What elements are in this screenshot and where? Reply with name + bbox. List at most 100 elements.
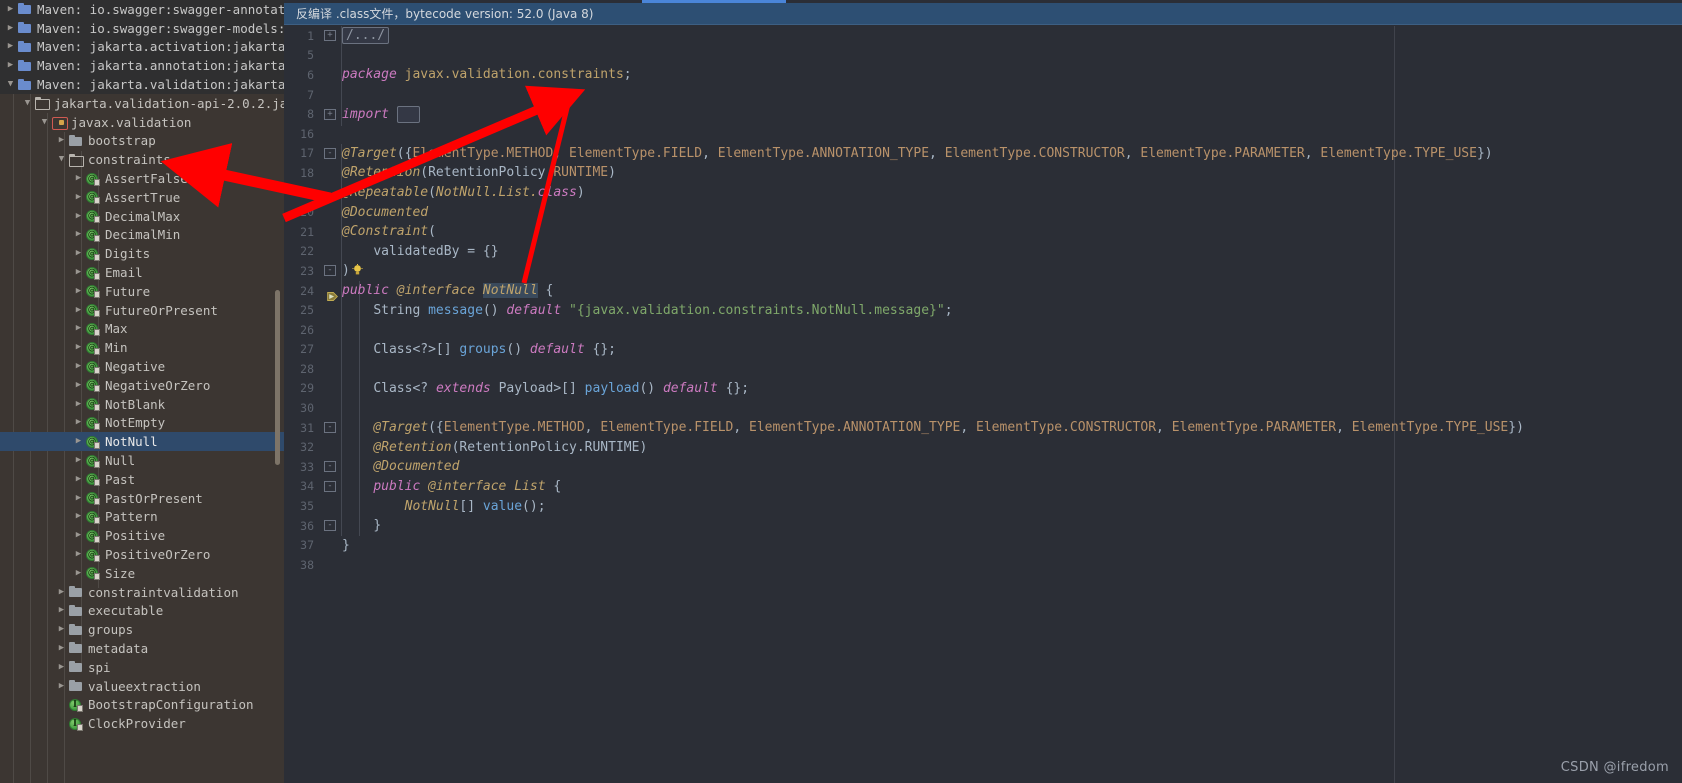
chevron-right-icon[interactable]: ▶	[72, 550, 85, 559]
tree-item-negativeorzero[interactable]: ▶ @ NegativeOrZero	[0, 376, 284, 395]
chevron-right-icon[interactable]: ▶	[55, 606, 68, 615]
chevron-right-icon[interactable]: ▶	[4, 23, 17, 33]
tree-list[interactable]: ▶ Maven: io.swagger:swagger-annotations ▶ M…	[0, 0, 284, 733]
fold-toggle-icon[interactable]: -	[320, 480, 340, 492]
tree-item-asserttrue[interactable]: ▶ @ AssertTrue	[0, 188, 284, 207]
fold-toggle-icon[interactable]: +	[320, 108, 340, 120]
fold-toggle-icon[interactable]: -	[320, 461, 340, 473]
tree-item-size[interactable]: ▶ @ Size	[0, 564, 284, 583]
tree-item-max[interactable]: ▶ @ Max	[0, 320, 284, 339]
tree-item-decimalmin[interactable]: ▶ @ DecimalMin	[0, 226, 284, 245]
code-line[interactable]: 28	[284, 359, 1682, 379]
chevron-right-icon[interactable]: ▶	[72, 343, 85, 352]
fold-toggle-icon[interactable]: +	[320, 30, 340, 42]
code-line[interactable]: 5	[284, 46, 1682, 66]
fold-toggle-icon[interactable]: -	[320, 520, 340, 532]
tree-item-negative[interactable]: ▶ @ Negative	[0, 357, 284, 376]
chevron-right-icon[interactable]: ▶	[72, 305, 85, 315]
tree-item-executable[interactable]: ▶ executable	[0, 602, 284, 621]
chevron-right-icon[interactable]: ▶	[72, 249, 85, 258]
tree-item-spi[interactable]: ▶ spi	[0, 658, 284, 677]
tree-item-email[interactable]: ▶ @ Email	[0, 263, 284, 282]
tree-item-null[interactable]: ▶ @ Null	[0, 451, 284, 470]
tree-item-metadata[interactable]: ▶ metadata	[0, 639, 284, 658]
tree-item-constraintvalidation[interactable]: ▶ constraintvalidation	[0, 583, 284, 602]
code-line[interactable]: 17- @Target({ElementType.METHOD, ElementT…	[284, 144, 1682, 164]
tree-item-notempty[interactable]: ▶ @ NotEmpty	[0, 414, 284, 433]
chevron-right-icon[interactable]: ▶	[72, 568, 85, 578]
tree-item-positiveorzero[interactable]: ▶ @ PositiveOrZero	[0, 545, 284, 564]
tree-item-groups[interactable]: ▶ groups	[0, 620, 284, 639]
code-line[interactable]: 27 Class<?>[] groups() default {};	[284, 340, 1682, 360]
chevron-down-icon[interactable]: ▼	[21, 98, 34, 108]
chevron-right-icon[interactable]: ▶	[55, 625, 68, 634]
code-line[interactable]: 24 public @interface NotNull {	[284, 281, 1682, 301]
code-content[interactable]: 1 +/.../5 6 package javax.validation.constr…	[284, 26, 1682, 783]
chevron-right-icon[interactable]: ▶	[4, 61, 17, 70]
code-line[interactable]: 25 String message() default "{javax.vali…	[284, 300, 1682, 320]
chevron-right-icon[interactable]: ▶	[72, 324, 85, 333]
code-line[interactable]: 23-)	[284, 261, 1682, 281]
tree-item-digits[interactable]: ▶ @ Digits	[0, 244, 284, 263]
tree-item-assertfalse[interactable]: ▶ @ AssertFalse	[0, 169, 284, 188]
code-line[interactable]: 1 +/.../	[284, 26, 1682, 46]
code-line[interactable]: 21 @Constraint(	[284, 222, 1682, 242]
chevron-right-icon[interactable]: ▶	[72, 474, 85, 484]
tree-item-javax-validation[interactable]: ▼ javax.validation	[0, 113, 284, 132]
code-line[interactable]: 37}	[284, 535, 1682, 555]
code-line[interactable]: 31- @Target({ElementType.METHOD, Element…	[284, 418, 1682, 438]
chevron-right-icon[interactable]: ▶	[72, 418, 85, 427]
code-line[interactable]: 22 validatedBy = {}	[284, 242, 1682, 262]
tree-item-past[interactable]: ▶ @ Past	[0, 470, 284, 489]
code-line[interactable]: 29 Class<? extends Payload>[] payload() …	[284, 379, 1682, 399]
code-line[interactable]: 36- }	[284, 516, 1682, 536]
chevron-right-icon[interactable]: ▶	[72, 512, 85, 521]
chevron-right-icon[interactable]: ▶	[72, 437, 85, 446]
code-line[interactable]: 32 @Retention(RetentionPolicy.RUNTIME)	[284, 437, 1682, 457]
chevron-right-icon[interactable]: ▶	[72, 531, 85, 540]
chevron-down-icon[interactable]: ▼	[4, 80, 17, 89]
fold-toggle-icon[interactable]: -	[320, 265, 340, 277]
tree-item-future[interactable]: ▶ @ Future	[0, 282, 284, 301]
code-lines[interactable]: 1 +/.../5 6 package javax.validation.constr…	[284, 26, 1682, 575]
chevron-right-icon[interactable]: ▶	[55, 136, 68, 145]
tree-item-notblank[interactable]: ▶ @ NotBlank	[0, 395, 284, 414]
tree-item-maven-jakarta-validation-jakarta-val[interactable]: ▼ Maven: jakarta.validation:jakarta.val	[0, 75, 284, 94]
chevron-right-icon[interactable]: ▶	[4, 42, 17, 51]
tree-item-maven-jakarta-annotation-jakarta-ann[interactable]: ▶ Maven: jakarta.annotation:jakarta.ann	[0, 56, 284, 76]
code-line[interactable]: 6 package javax.validation.constraints;	[284, 65, 1682, 85]
tree-item-notnull[interactable]: ▶ @ NotNull	[0, 432, 284, 452]
chevron-right-icon[interactable]: ▶	[72, 399, 85, 409]
code-line[interactable]: 18 @Retention(RetentionPolicy.RUNTIME)	[284, 163, 1682, 183]
chevron-right-icon[interactable]: ▶	[4, 4, 17, 14]
chevron-right-icon[interactable]: ▶	[55, 681, 68, 691]
code-line[interactable]: 7	[284, 85, 1682, 105]
code-line[interactable]: 33- @Documented	[284, 457, 1682, 477]
code-line[interactable]: 8 + import	[284, 104, 1682, 124]
tree-item-pastorpresent[interactable]: ▶ @ PastOrPresent	[0, 489, 284, 508]
method-override-icon[interactable]	[326, 290, 339, 303]
chevron-right-icon[interactable]: ▶	[55, 662, 68, 672]
chevron-right-icon[interactable]: ▶	[55, 643, 68, 653]
chevron-right-icon[interactable]: ▶	[72, 456, 85, 465]
chevron-right-icon[interactable]: ▶	[55, 587, 68, 597]
tree-item-clockprovider[interactable]: ·I ClockProvider	[0, 714, 284, 733]
fold-toggle-icon[interactable]: -	[320, 422, 340, 434]
tree-item-maven-io-swagger-swagger-annotations[interactable]: ▶ Maven: io.swagger:swagger-annotations	[0, 0, 284, 19]
tree-item-decimalmax[interactable]: ▶ @ DecimalMax	[0, 207, 284, 226]
tree-item-constraints[interactable]: ▼ constraints	[0, 150, 284, 169]
code-line[interactable]: 26	[284, 320, 1682, 340]
chevron-right-icon[interactable]: ▶	[72, 230, 85, 239]
tree-item-min[interactable]: ▶ @ Min	[0, 338, 284, 357]
code-line[interactable]: 34- public @interface List {	[284, 477, 1682, 497]
sidebar-scrollbar[interactable]	[275, 290, 280, 465]
chevron-down-icon[interactable]: ▼	[55, 155, 68, 164]
chevron-right-icon[interactable]: ▶	[72, 286, 85, 296]
tree-item-bootstrapconfiguration[interactable]: ·I BootstrapConfiguration	[0, 695, 284, 714]
intention-bulb-icon[interactable]	[350, 263, 363, 278]
chevron-right-icon[interactable]: ▶	[72, 268, 85, 277]
chevron-right-icon[interactable]: ▶	[72, 493, 85, 503]
tree-item-valueextraction[interactable]: ▶ valueextraction	[0, 677, 284, 696]
tree-item-pattern[interactable]: ▶ @ Pattern	[0, 508, 284, 527]
tree-item-jakarta-validation-api-2-0-2-jar[interactable]: ▼ jakarta.validation-api-2.0.2.jar	[0, 94, 284, 113]
